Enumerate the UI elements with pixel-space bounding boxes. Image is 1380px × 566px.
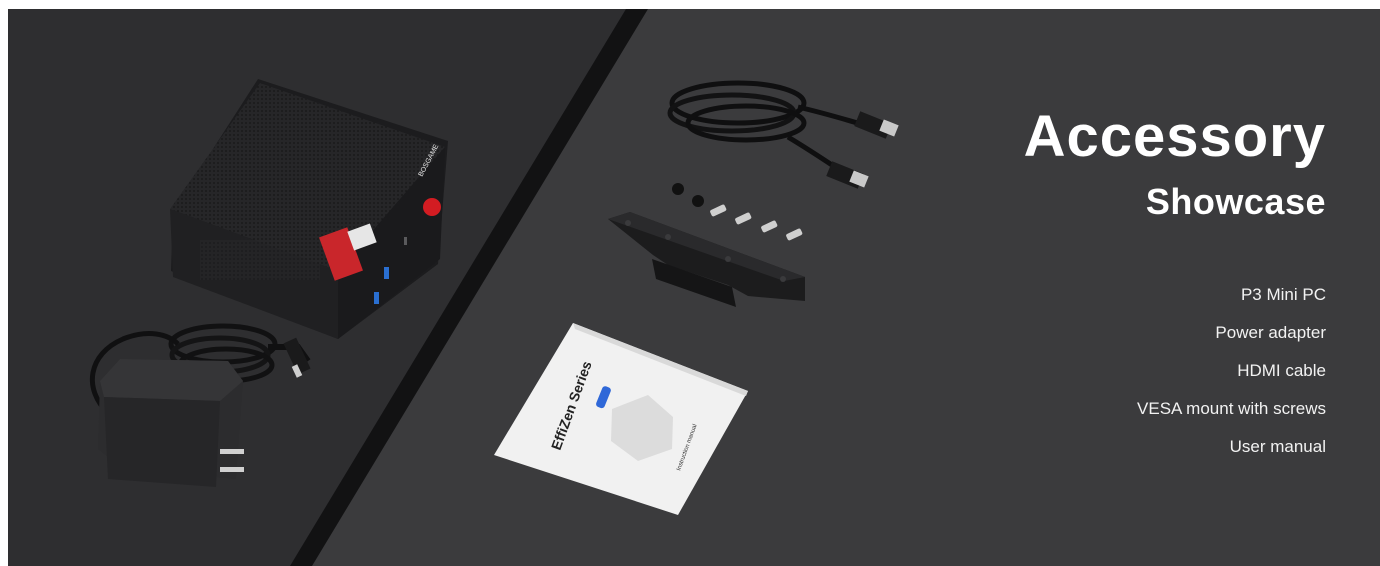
title-sub: Showcase	[1145, 181, 1326, 222]
adapter-prong-1	[220, 449, 244, 454]
accessory-list: P3 Mini PC Power adapter HDMI cable VESA…	[1024, 285, 1326, 457]
list-item: Power adapter	[1215, 323, 1326, 342]
list-item: User manual	[1229, 437, 1326, 456]
text-block: Accessory Showcase P3 Mini PC Power adap…	[1024, 105, 1326, 475]
power-button	[423, 198, 441, 216]
accessory-banner: BOSGAME EffiZen Series Instruction manua…	[8, 9, 1380, 566]
list-item: P3 Mini PC	[1240, 285, 1326, 304]
list-item: HDMI cable	[1237, 361, 1326, 380]
list-item: VESA mount with screws	[1137, 399, 1326, 418]
adapter-prong-2	[220, 467, 244, 472]
usb-port-2	[374, 292, 379, 304]
title-main: Accessory	[1023, 104, 1326, 169]
usb-port-1	[384, 267, 389, 279]
